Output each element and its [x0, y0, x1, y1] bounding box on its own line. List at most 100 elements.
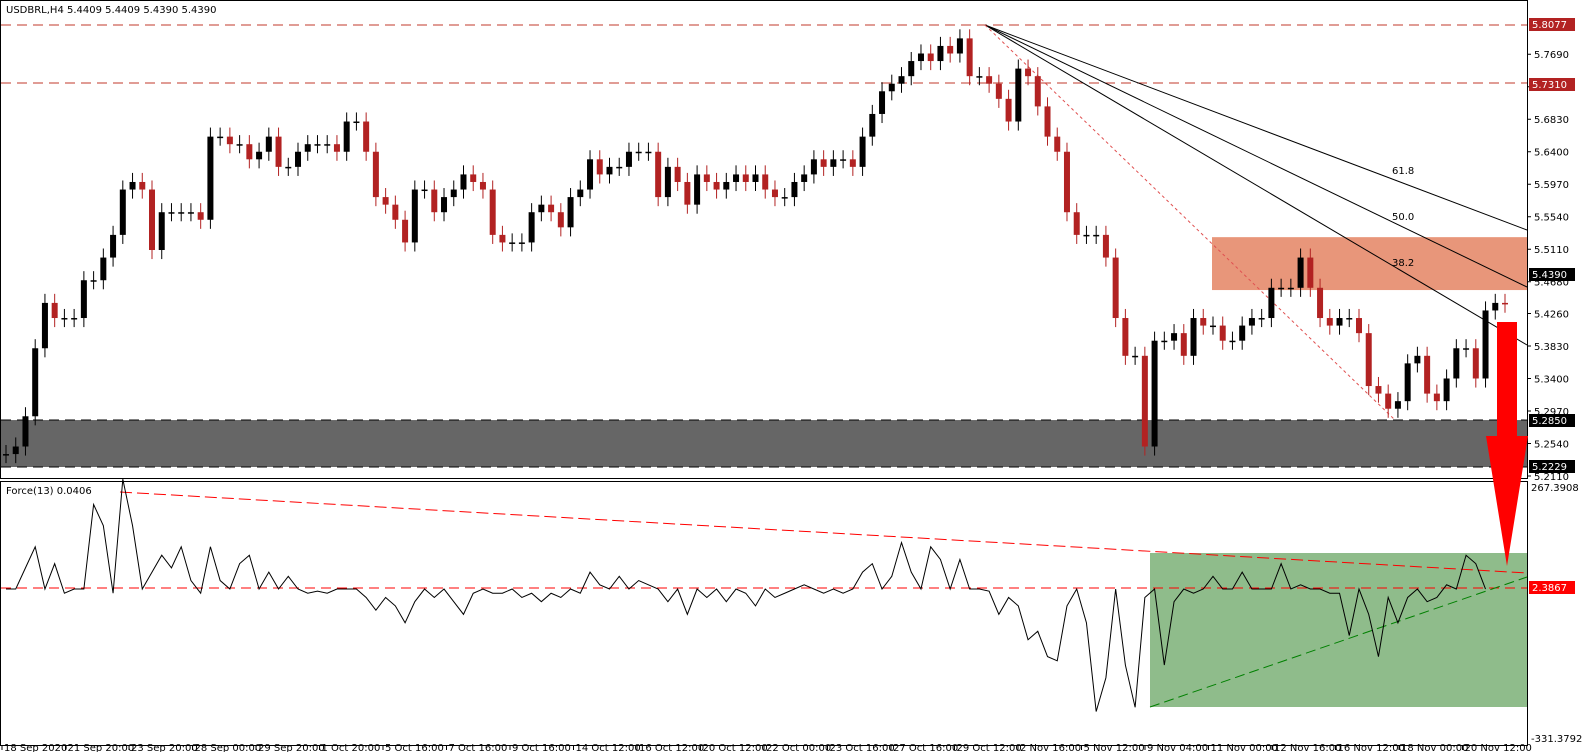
candle-body: [1083, 234, 1090, 237]
x-tick-label: 20 Nov 12:00: [1465, 743, 1532, 752]
x-tick-label: 5 Oct 16:00: [385, 743, 444, 752]
candle-body: [470, 174, 477, 182]
candle-body: [1433, 393, 1440, 402]
x-tick-label: 27 Oct 16:00: [893, 743, 958, 752]
candle-body: [353, 121, 360, 124]
candle-body: [986, 76, 993, 84]
candle-body: [966, 38, 973, 77]
price-chart[interactable]: 5.76905.72605.68305.64005.59705.55405.51…: [0, 0, 1595, 754]
candle-body: [947, 45, 954, 54]
x-tick-label: 2 Nov 16:00: [1020, 743, 1081, 752]
candle-body: [158, 212, 165, 251]
candle-body: [995, 83, 1002, 99]
candle-body: [1161, 340, 1168, 343]
y-tick-label: 5.2110: [1534, 472, 1569, 483]
candle-body: [655, 151, 662, 198]
candle-body: [888, 83, 895, 92]
candle-body: [187, 212, 194, 214]
candle-body: [129, 181, 136, 190]
candle-body: [801, 174, 808, 182]
candle-body: [207, 136, 214, 220]
candle-body: [392, 204, 399, 220]
candle-body: [295, 151, 302, 167]
candle-body: [567, 197, 574, 228]
candle-body: [32, 348, 39, 417]
candle-body: [441, 197, 448, 213]
y-tick-label: 5.3830: [1534, 342, 1569, 353]
candle-body: [1346, 318, 1353, 320]
x-tick-label: 14 Oct 12:00: [576, 743, 641, 752]
candle-body: [1209, 325, 1216, 328]
candle-body: [548, 204, 555, 213]
candle-body: [61, 318, 68, 320]
fib-label-61-8: 61.8: [1392, 166, 1414, 177]
candle-body: [90, 280, 97, 282]
candle-body: [1375, 386, 1382, 394]
candle-body: [1219, 325, 1226, 341]
fib-label-50-0: 50.0: [1392, 212, 1414, 223]
x-tick-label: 23 Sep 20:00: [131, 743, 198, 752]
x-tick-label: 5 Nov 12:00: [1084, 743, 1145, 752]
candle-body: [1385, 393, 1392, 409]
candle-body: [509, 242, 516, 244]
candle-body: [908, 61, 915, 77]
candle-body: [1180, 333, 1187, 356]
candle-body: [752, 174, 759, 182]
indicator-max-label: 267.3908: [1531, 483, 1579, 494]
candle-body: [41, 302, 48, 349]
candle-body: [771, 189, 778, 198]
candle-body: [849, 159, 856, 167]
candle-body: [625, 151, 632, 167]
x-tick-label: 22 Oct 00:00: [766, 743, 831, 752]
y-tick-label: 5.6400: [1534, 148, 1569, 159]
candle-body: [1472, 348, 1479, 379]
candle-body: [820, 159, 827, 167]
candle-body: [1336, 318, 1343, 326]
support-zone: [1, 420, 1527, 467]
candle-body: [1034, 76, 1041, 107]
candle-body: [275, 136, 282, 167]
candle-body: [635, 151, 642, 154]
candle-body: [1258, 318, 1265, 320]
candle-body: [810, 159, 817, 175]
candle-body: [197, 212, 204, 220]
candle-body: [1190, 318, 1197, 356]
candle-body: [1151, 340, 1158, 447]
indicator-level-label: 2.3867: [1532, 583, 1567, 594]
candle-body: [518, 242, 525, 244]
candle-body: [139, 181, 146, 190]
candle-body: [674, 166, 681, 182]
candle-body: [538, 204, 545, 213]
candle-body: [840, 159, 847, 161]
candle-body: [577, 189, 584, 198]
candle-body: [22, 416, 29, 447]
candle-body: [246, 144, 253, 160]
candle-body: [1063, 151, 1070, 213]
candle-body: [645, 151, 652, 154]
candle-body: [1102, 234, 1109, 258]
indicator-min-label: -331.3792: [1531, 734, 1582, 745]
candle-body: [1025, 68, 1032, 77]
candle-body: [869, 113, 876, 137]
candle-body: [694, 174, 701, 205]
y-tick-label: 5.7690: [1534, 50, 1569, 61]
x-tick-label: 16 Oct 12:00: [639, 743, 704, 752]
candle-body: [178, 212, 185, 214]
candle-body: [1073, 212, 1080, 235]
x-tick-label: 29 Sep 20:00: [258, 743, 325, 752]
candle-body: [1443, 378, 1450, 402]
candle-body: [1463, 348, 1470, 350]
candle-body: [596, 159, 603, 175]
candle-body: [1278, 287, 1285, 290]
candle-body: [1297, 257, 1304, 288]
candle-body: [12, 446, 19, 455]
candle-body: [51, 302, 58, 319]
candle-body: [1122, 318, 1129, 356]
x-tick-label: 20 Oct 12:00: [703, 743, 768, 752]
candle-body: [1355, 318, 1362, 334]
x-tick-label: 9 Oct 16:00: [512, 743, 571, 752]
candle-body: [1248, 318, 1255, 326]
candle-body: [343, 121, 350, 152]
candle-body: [762, 174, 769, 190]
y-tick-label: 5.6830: [1534, 115, 1569, 126]
